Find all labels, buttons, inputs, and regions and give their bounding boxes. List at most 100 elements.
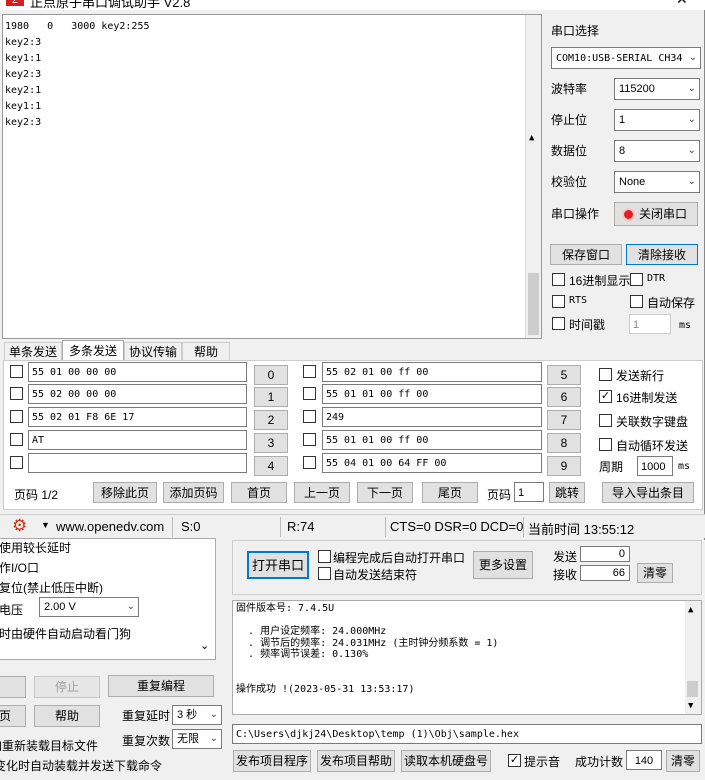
close-port-button[interactable]: 关闭串口	[614, 202, 698, 226]
send-row-checkbox[interactable]	[10, 433, 23, 446]
scroll-thumb[interactable]	[528, 273, 539, 335]
prev-page-button[interactable]: 上一页	[294, 482, 350, 503]
next-page-button[interactable]: 下一页	[357, 482, 413, 503]
send-row-button[interactable]: 9	[547, 456, 581, 476]
send-row-checkbox[interactable]	[10, 365, 23, 378]
isp-log-line: 操作成功 !(2023-05-31 13:53:17)	[236, 683, 415, 695]
send-row-input[interactable]: 55 02 00 00 00	[28, 384, 247, 404]
tab-single-send[interactable]: 单条发送	[4, 342, 62, 361]
save-window-button[interactable]: 保存窗口	[550, 244, 622, 265]
send-row-checkbox[interactable]	[10, 387, 23, 400]
isp-left-cut-button[interactable]	[0, 676, 26, 698]
send-row-input[interactable]: 55 01 01 00 ff 00	[322, 384, 542, 404]
dropdown-arrow-icon[interactable]: ▼	[41, 520, 50, 530]
send-row-checkbox[interactable]	[303, 365, 316, 378]
send-row-button[interactable]: 7	[547, 410, 581, 430]
stop-button[interactable]: 停止	[34, 676, 100, 698]
tab-protocol[interactable]: 协议传输	[124, 342, 182, 361]
send-row-input[interactable]: 55 02 01 00 ff 00	[322, 362, 542, 382]
send-row-button[interactable]: 3	[254, 433, 288, 453]
isp-log-scrollbar[interactable]: ▲ ▼	[685, 601, 701, 714]
auto-loop-checkbox[interactable]	[599, 438, 612, 451]
timestamp-input[interactable]: 1	[629, 314, 671, 334]
first-page-button[interactable]: 首页	[231, 482, 287, 503]
period-input[interactable]: 1000	[637, 456, 673, 476]
send-row-input[interactable]: 55 02 01 F8 6E 17	[28, 407, 247, 427]
parity-select[interactable]: None ⌄	[614, 171, 700, 193]
read-disk-button[interactable]: 读取本机硬盘号	[401, 750, 491, 772]
send-row-button[interactable]: 2	[254, 410, 288, 430]
send-row-checkbox[interactable]	[303, 433, 316, 446]
page-input[interactable]: 1	[514, 482, 544, 502]
send-row-button[interactable]: 4	[254, 456, 288, 476]
databit-select[interactable]: 8 ⌄	[614, 140, 700, 162]
port-select[interactable]: COM10:USB-SERIAL CH34 ⌄	[551, 47, 701, 69]
send-row-input[interactable]: AT	[28, 430, 247, 450]
import-export-button[interactable]: 导入导出条目	[602, 482, 694, 503]
receive-scrollbar[interactable]: ▲	[525, 15, 541, 338]
send-row-button[interactable]: 1	[254, 387, 288, 407]
publish-program-button[interactable]: 发布项目程序	[233, 750, 311, 772]
isp-clear-button[interactable]: 清零	[637, 563, 673, 583]
send-row-input[interactable]	[28, 453, 247, 473]
send-row-input[interactable]: 249	[322, 407, 542, 427]
auto-save-checkbox[interactable]	[630, 295, 643, 308]
receive-line: 1980 0 3000 key2:255	[5, 21, 150, 32]
scroll-thumb[interactable]	[687, 681, 698, 697]
rts-checkbox[interactable]	[552, 295, 565, 308]
send-row-checkbox[interactable]	[303, 456, 316, 469]
clear-receive-button[interactable]: 清除接收	[626, 244, 698, 265]
send-row-button[interactable]: 6	[547, 387, 581, 407]
isp-help-button[interactable]: 帮助	[34, 705, 100, 727]
timestamp-checkbox[interactable]	[552, 317, 565, 330]
publish-help-button[interactable]: 发布项目帮助	[317, 750, 395, 772]
remove-page-button[interactable]: 移除此页	[93, 482, 157, 503]
last-page-button[interactable]: 尾页	[422, 482, 478, 503]
tab-help[interactable]: 帮助	[182, 342, 230, 361]
isp-page-button[interactable]: 页	[0, 705, 26, 727]
hex-file-path[interactable]: C:\Users\djkj24\Desktop\temp (1)\Obj\sam…	[232, 724, 702, 744]
jump-button[interactable]: 跳转	[549, 482, 585, 503]
send-row-input[interactable]: 55 01 01 00 ff 00	[322, 430, 542, 450]
scroll-up-icon[interactable]: ▲	[529, 133, 534, 143]
reprogram-button[interactable]: 重复编程	[108, 675, 214, 697]
baud-select[interactable]: 115200 ⌄	[614, 78, 700, 100]
repeat-count-select[interactable]: 无限 ⌄	[172, 729, 222, 749]
beep-checkbox[interactable]: ✓	[508, 754, 521, 767]
numpad-label: 关联数字键盘	[616, 415, 689, 429]
scroll-up-icon[interactable]: ▲	[688, 605, 693, 615]
isp-opt-watchdog: 时由硬件自动启动看门狗	[0, 627, 132, 641]
send-row-input[interactable]: 55 04 01 00 64 FF 00	[322, 453, 542, 473]
add-page-button[interactable]: 添加页码	[163, 482, 224, 503]
open-port-button[interactable]: 打开串口	[247, 551, 309, 579]
hex-send-checkbox[interactable]: ✓	[599, 390, 612, 403]
website-link[interactable]: www.openedv.com	[56, 519, 164, 534]
send-row-checkbox[interactable]	[303, 410, 316, 423]
gear-icon[interactable]: ⚙	[12, 516, 27, 536]
auto-open-checkbox[interactable]	[318, 550, 331, 563]
scroll-down-icon[interactable]: ▼	[688, 701, 693, 711]
success-clear-button[interactable]: 清零	[666, 750, 700, 772]
numpad-checkbox[interactable]	[599, 414, 612, 427]
more-settings-button[interactable]: 更多设置	[473, 551, 533, 579]
send-row-button[interactable]: 5	[547, 365, 581, 385]
send-row-input[interactable]: 55 01 00 00 00	[28, 362, 247, 382]
send-row-checkbox[interactable]	[10, 456, 23, 469]
tab-multi-send[interactable]: 多条发送	[62, 340, 124, 361]
hex-display-checkbox[interactable]	[552, 273, 565, 286]
send-row-checkbox[interactable]	[10, 410, 23, 423]
send-row-button[interactable]: 8	[547, 433, 581, 453]
dtr-checkbox[interactable]	[630, 273, 643, 286]
repeat-delay-select[interactable]: 3 秒 ⌄	[172, 705, 222, 725]
chevron-down-icon[interactable]: ⌄	[200, 639, 209, 652]
isp-log[interactable]: 固件版本号: 7.4.5U . 用户设定频率: 24.000MHz . 调节后的…	[232, 600, 702, 715]
auto-send-end-checkbox[interactable]	[318, 567, 331, 580]
voltage-select[interactable]: 2.00 V ⌄	[39, 597, 139, 617]
stopbit-select[interactable]: 1 ⌄	[614, 109, 700, 131]
isp-log-line	[236, 615, 701, 627]
send-newline-checkbox[interactable]	[599, 368, 612, 381]
send-row-checkbox[interactable]	[303, 387, 316, 400]
close-icon[interactable]: ✕	[676, 0, 688, 8]
receive-area[interactable]: 1980 0 3000 key2:255 key2:3 key1:1 key2:3 ke…	[2, 14, 542, 339]
send-row-button[interactable]: 0	[254, 365, 288, 385]
